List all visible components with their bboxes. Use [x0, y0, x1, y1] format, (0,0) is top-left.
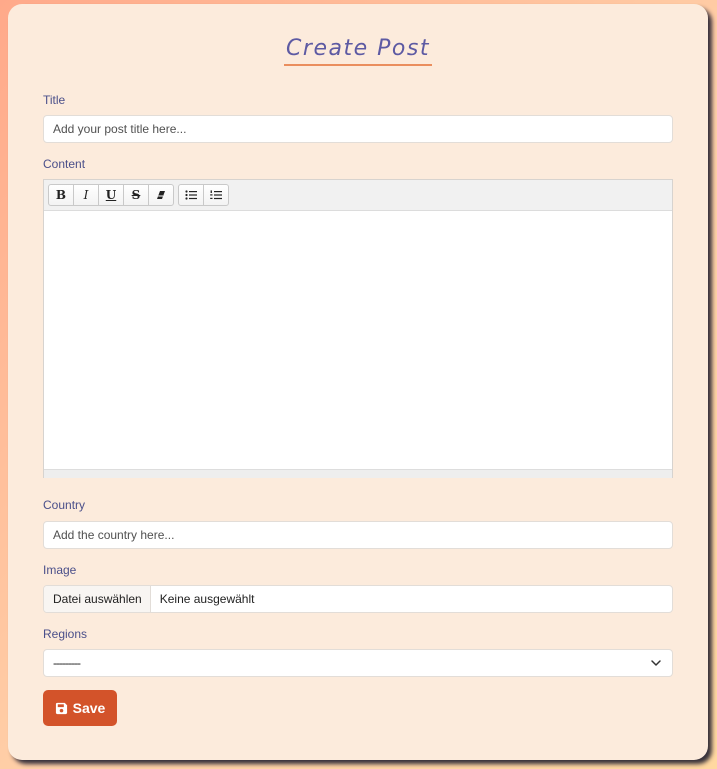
choose-file-button[interactable]: Datei auswählen [44, 586, 151, 612]
content-edit-area[interactable] [44, 211, 672, 469]
eraser-icon [157, 191, 165, 199]
list-button-group [178, 184, 229, 210]
image-label: Image [43, 563, 77, 577]
title-label: Title [43, 93, 66, 107]
content-label: Content [43, 157, 86, 171]
content-editor: B I U S [43, 179, 673, 478]
file-status: Keine ausgewählt [159, 592, 255, 606]
image-file-input[interactable]: Datei auswählen Keine ausgewählt [43, 585, 673, 613]
save-button[interactable]: Save [43, 690, 117, 726]
save-button-label: Save [72, 700, 106, 716]
format-button-group: B I U S [48, 184, 174, 210]
regions-select[interactable]: --------- [43, 649, 673, 677]
numbered-list-button[interactable] [203, 184, 229, 206]
bulleted-list-button[interactable] [178, 184, 204, 206]
regions-selected-value: --------- [53, 656, 81, 670]
page-title: Create Post [284, 36, 432, 66]
heading-wrap: Create Post [8, 36, 708, 66]
chevron-down-icon [651, 660, 661, 666]
floppy-disk-icon [55, 702, 67, 714]
country-label: Country [43, 498, 86, 512]
bulleted-list-icon [185, 190, 197, 200]
bold-button[interactable]: B [48, 184, 74, 206]
editor-toolbar: B I U S [44, 180, 672, 211]
clear-format-button[interactable] [148, 184, 174, 206]
country-input[interactable] [43, 521, 673, 549]
regions-label: Regions [43, 627, 88, 641]
title-input[interactable] [43, 115, 673, 143]
underline-button[interactable]: U [98, 184, 124, 206]
strikethrough-button[interactable]: S [123, 184, 149, 206]
editor-resize-bar[interactable] [44, 469, 672, 478]
create-post-card: Create Post Title Content B I U S [8, 4, 708, 760]
italic-button[interactable]: I [73, 184, 99, 206]
numbered-list-icon [210, 190, 222, 200]
